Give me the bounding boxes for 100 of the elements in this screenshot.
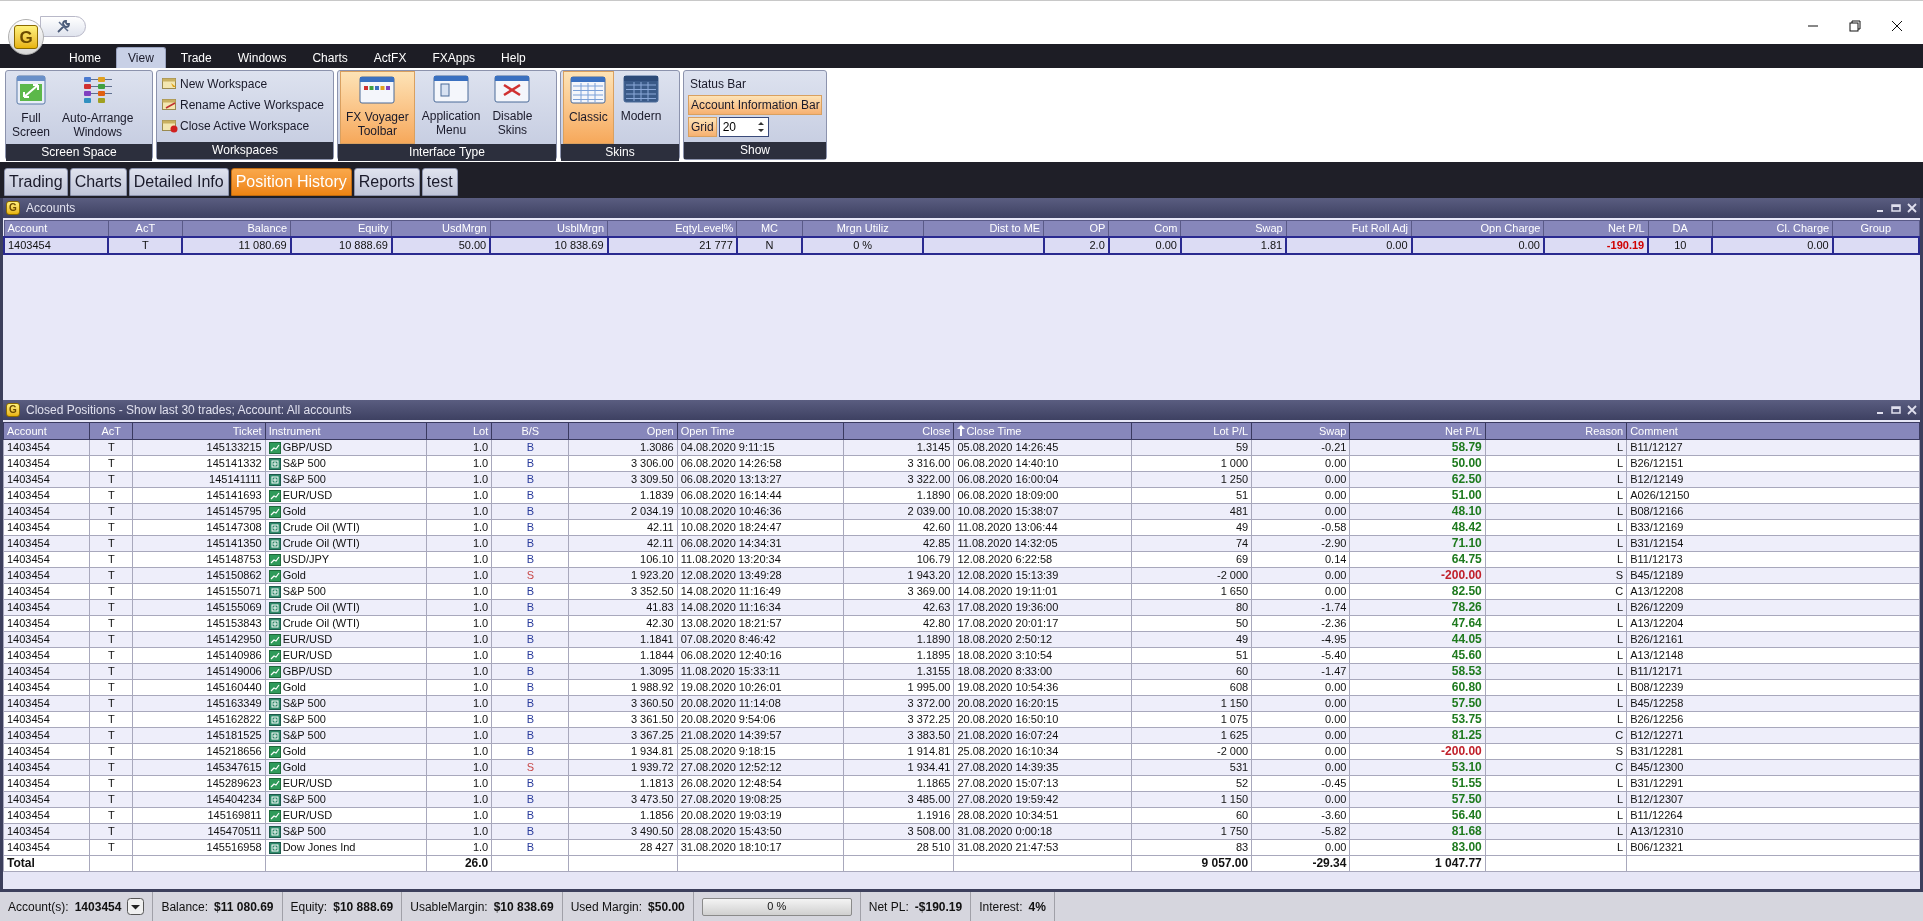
workspace-icon (162, 77, 178, 91)
ribbon-menu-item[interactable]: Close Active Workspace (180, 117, 310, 135)
table-cell: 78.26 (1451, 600, 1482, 614)
quick-access-toolbar[interactable] (40, 16, 86, 37)
table-cell: 20.08.2020 19:03:19 (680, 809, 782, 821)
table-cell: -200.00 (1441, 568, 1482, 582)
maximize-icon[interactable] (1891, 203, 1901, 213)
table-cell: B12/12271 (1630, 729, 1684, 741)
table-cell: 1403454 (7, 633, 50, 645)
menu-tab[interactable]: Windows (226, 47, 298, 68)
progress-reading: 0 % (766, 899, 788, 915)
maximize-icon[interactable] (1891, 405, 1901, 415)
table-cell: L (1617, 665, 1624, 677)
panel-title: Accounts (26, 200, 77, 217)
table-cell: T (107, 713, 115, 725)
table-cell: 1.0 (472, 809, 489, 821)
tools-icon[interactable] (55, 18, 71, 35)
table-cell: B (526, 649, 534, 661)
table-cell: T (107, 809, 115, 821)
document-tab[interactable]: Trading (4, 168, 68, 196)
table-cell: 106.79 (916, 553, 951, 565)
ribbon-button[interactable]: Modern (615, 71, 667, 144)
menu-tab[interactable]: Home (58, 47, 112, 68)
table-cell: 1403454 (7, 681, 50, 693)
table-cell: EUR/USD (282, 649, 333, 662)
table-cell: B (526, 457, 534, 469)
grid-toggle[interactable]: Grid (688, 117, 717, 137)
table-cell: L (1617, 633, 1624, 645)
status-label: Account(s): (8, 898, 69, 916)
ribbon-button[interactable]: Auto-Arrange Windows (56, 71, 140, 144)
table-cell: 145141350 (206, 537, 262, 549)
toggle-button[interactable]: Status Bar (688, 75, 822, 93)
table-cell: 1403454 (7, 793, 50, 805)
table-cell: L (1617, 553, 1624, 565)
grid-spinner[interactable]: 20 (718, 117, 769, 137)
table-cell: EUR/USD (282, 777, 333, 790)
ribbon-button[interactable]: Application Menu (416, 71, 486, 144)
ribbon-menu-item[interactable]: New Workspace (180, 75, 268, 93)
table-cell: B12/12307 (1630, 793, 1684, 805)
ribbon-button[interactable]: Classic (563, 71, 614, 144)
table-cell: -2.90 (1321, 537, 1347, 549)
table-cell: 0.00 (1155, 238, 1177, 251)
table-cell: 0.00 (1325, 473, 1347, 485)
menu-tab[interactable]: Trade (169, 47, 223, 68)
menu-tab[interactable]: FXApps (421, 47, 487, 68)
table-cell: 1403454 (7, 473, 50, 485)
table-cell: B31/12154 (1630, 537, 1684, 549)
table-cell: S&P 500 (282, 713, 326, 726)
table-cell: 1403454 (7, 505, 50, 517)
table-cell: 57.50 (1451, 696, 1482, 710)
table-cell: 1.3145 (916, 441, 951, 453)
table-cell: 0 % (853, 238, 873, 251)
table-cell: 28 510 (916, 841, 951, 853)
table-cell: 1.1856 (640, 809, 674, 821)
table-cell: 3 309.50 (630, 473, 674, 485)
spinner-arrows-icon[interactable] (756, 120, 765, 134)
menu-tab[interactable]: View (116, 47, 166, 68)
document-tab[interactable]: Charts (69, 168, 127, 196)
table-cell: GBP/USD (282, 441, 333, 454)
close-icon[interactable] (1891, 20, 1903, 32)
table-cell: 1403454 (7, 825, 50, 837)
document-tab[interactable]: Detailed Info (128, 168, 229, 196)
table-cell: 06.08.2020 14:34:31 (680, 537, 782, 549)
ribbon-button[interactable]: Full Screen (6, 71, 57, 144)
chart-icon (268, 553, 281, 566)
table-cell: 10 838.69 (554, 238, 604, 251)
menu-tab[interactable]: ActFX (362, 47, 418, 68)
table-cell: T (107, 697, 115, 709)
plus-icon (268, 457, 281, 470)
document-tab[interactable]: test (421, 168, 458, 196)
table-cell: 25.08.2020 9:18:15 (680, 745, 776, 757)
table-cell: 06.08.2020 18:09:00 (957, 489, 1059, 501)
table-cell: 1 150 (1220, 793, 1249, 805)
grid-icon (570, 76, 607, 104)
table-cell: 1 943.20 (907, 569, 951, 581)
table-cell: 531 (1229, 761, 1249, 773)
table-cell: 1403454 (7, 553, 50, 565)
table-cell: B33/12169 (1630, 521, 1684, 533)
ribbon-button[interactable]: FX Voyager Toolbar (340, 71, 415, 144)
table-cell: 27.08.2020 14:39:35 (957, 761, 1059, 773)
menu-tab[interactable]: Help (490, 47, 537, 68)
table-cell: -2 000 (1216, 745, 1249, 757)
table-cell: 51 (1235, 649, 1249, 661)
restore-icon[interactable] (1849, 20, 1861, 32)
menu-tab[interactable]: Charts (301, 47, 359, 68)
ribbon-menu-item[interactable]: Rename Active Workspace (180, 96, 324, 114)
document-tab[interactable]: Reports (353, 168, 420, 196)
table-cell: 1.0 (472, 729, 489, 741)
table-cell: 3 306.00 (630, 457, 674, 469)
status-value: $10 888.69 (333, 898, 394, 916)
plus-icon (268, 729, 281, 742)
table-cell: 48.10 (1451, 504, 1482, 518)
plus-icon (268, 601, 281, 614)
logo-icon: G (14, 25, 38, 49)
table-cell: -2.36 (1321, 617, 1347, 629)
table-cell: 3 372.00 (907, 697, 951, 709)
ribbon-button[interactable]: Disable Skins (487, 71, 538, 144)
dropdown-icon[interactable] (127, 898, 145, 915)
table-row[interactable]: 1403454 T 11 080.69 10 888.69 50.00 10 838.69 21 777 N 0 % 2.0 0.00 1.81 0.00 0.00 -190.19 10 0.00 (4, 236, 1919, 254)
toggle-button[interactable]: Account Information Bar (688, 95, 822, 115)
